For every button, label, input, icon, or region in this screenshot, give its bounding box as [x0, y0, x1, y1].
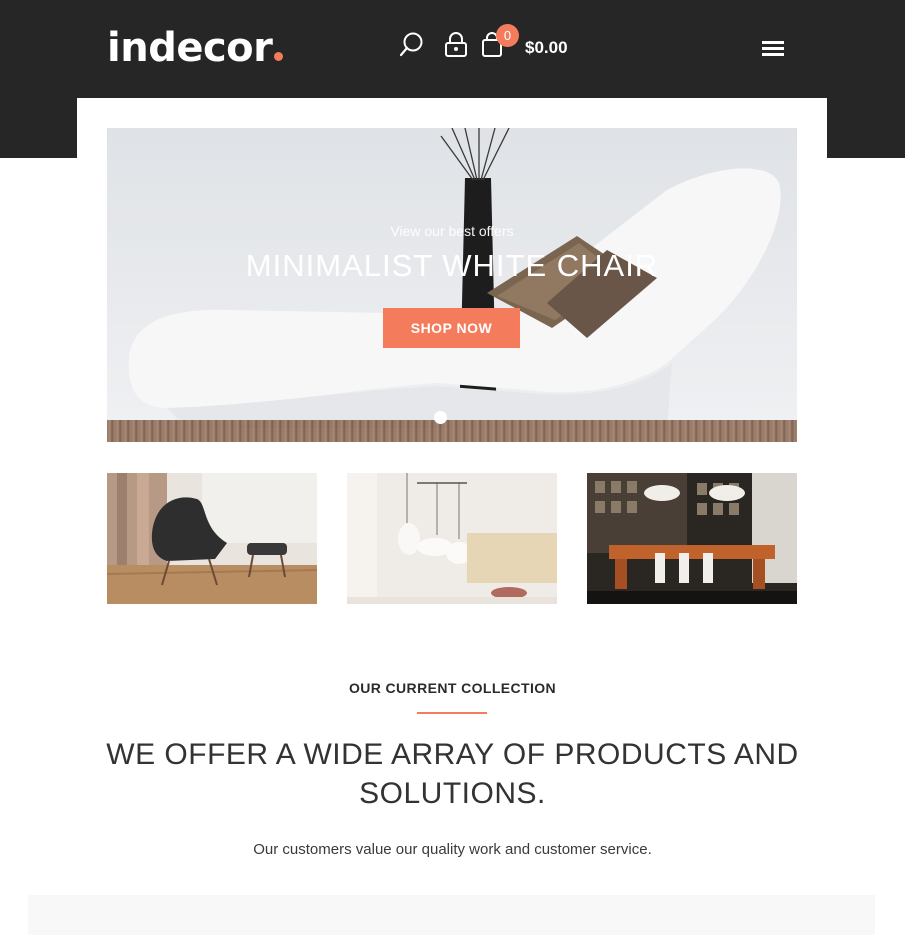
search-icon[interactable]	[398, 31, 426, 59]
logo-dot	[274, 52, 284, 61]
shop-now-button[interactable]: SHOP NOW	[383, 308, 520, 348]
section-eyebrow: OUR CURRENT COLLECTION	[348, 680, 557, 696]
white-chair-illustration	[128, 128, 781, 428]
hero-title: MINIMALIST WHITE CHAIR	[245, 248, 659, 283]
category-image-pendant-lamps[interactable]	[347, 473, 557, 604]
section-headline: WE OFFER A WIDE ARRAY OF PRODUCTS AND SO…	[106, 738, 799, 810]
next-section-panel	[28, 895, 875, 935]
lock-icon[interactable]	[443, 32, 469, 58]
slider-dot-active[interactable]	[434, 411, 447, 424]
hero-rug	[107, 420, 797, 442]
section-subline: Our customers value our quality work and…	[253, 841, 652, 858]
menu-bar	[762, 47, 784, 50]
dining-table-illustration	[587, 473, 797, 604]
category-image-lounge-chair[interactable]	[107, 473, 317, 604]
brand-name: indecor	[107, 25, 273, 71]
cart-count-badge: 0	[496, 24, 519, 47]
pendant-lamps-illustration	[347, 473, 557, 604]
brand-logo[interactable]: indecor	[107, 22, 284, 74]
menu-bar	[762, 41, 784, 44]
lounge-chair-illustration	[107, 473, 317, 604]
section-divider	[417, 712, 487, 714]
hero-slider: View our best offers MINIMALIST WHITE CH…	[107, 128, 797, 442]
menu-icon[interactable]	[762, 41, 784, 57]
cart-total[interactable]: $0.00	[525, 38, 568, 58]
menu-bar	[762, 53, 784, 56]
hero-eyebrow: View our best offers	[390, 223, 514, 239]
category-image-dining-table[interactable]	[587, 473, 797, 604]
